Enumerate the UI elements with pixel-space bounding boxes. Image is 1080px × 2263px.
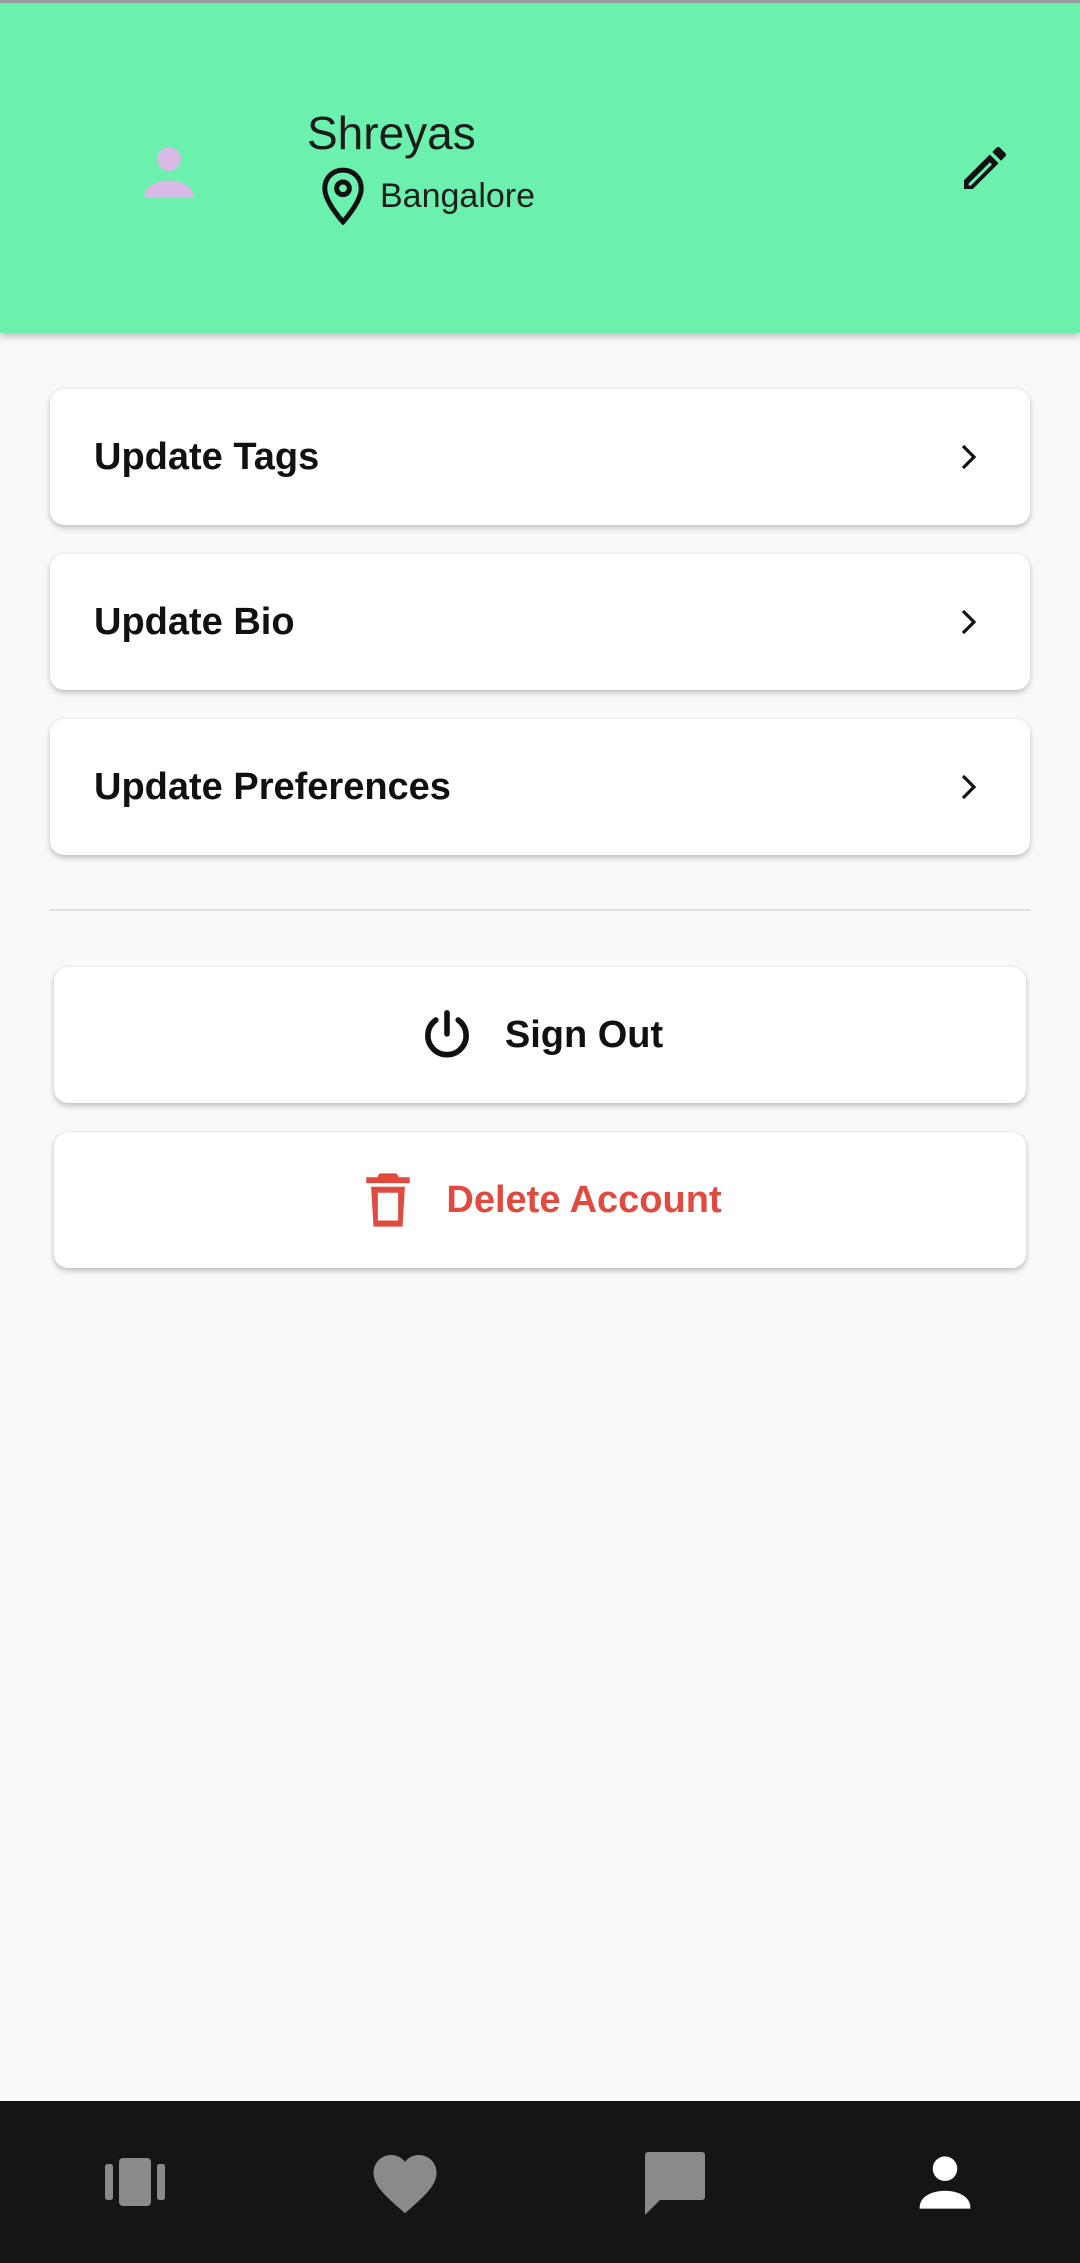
cards-carousel-icon <box>105 2158 165 2206</box>
location-pin-icon <box>318 166 368 226</box>
profile-screen: Shreyas Bangalore Update Tags Update Bio <box>0 0 1080 2263</box>
trash-icon <box>358 1170 418 1230</box>
divider <box>50 909 1030 911</box>
avatar[interactable] <box>138 141 200 203</box>
chevron-right-icon <box>954 772 984 802</box>
location-text: Bangalore <box>380 176 536 215</box>
person-icon <box>144 147 194 198</box>
nav-likes[interactable] <box>270 2101 540 2263</box>
edit-profile-button[interactable] <box>952 135 1018 201</box>
person-icon <box>919 2156 971 2209</box>
bottom-navigation <box>0 2101 1080 2263</box>
delete-account-label: Delete Account <box>446 1178 722 1221</box>
update-bio-button[interactable]: Update Bio <box>50 554 1030 690</box>
location-row: Bangalore <box>318 166 535 226</box>
sign-out-label: Sign Out <box>504 1013 664 1056</box>
update-tags-button[interactable]: Update Tags <box>50 389 1030 525</box>
power-icon <box>417 1005 477 1065</box>
delete-account-button[interactable]: Delete Account <box>54 1132 1026 1268</box>
nav-chat[interactable] <box>540 2101 810 2263</box>
chevron-right-icon <box>954 442 984 472</box>
profile-header: Shreyas Bangalore <box>0 0 1080 333</box>
chevron-right-icon <box>954 607 984 637</box>
user-name: Shreyas <box>307 107 476 159</box>
update-preferences-button[interactable]: Update Preferences <box>50 719 1030 855</box>
heart-icon <box>373 2155 437 2214</box>
chat-icon <box>645 2152 705 2215</box>
pencil-icon <box>964 146 1007 189</box>
sign-out-button[interactable]: Sign Out <box>54 967 1026 1103</box>
menu-item-label: Update Preferences <box>94 765 451 808</box>
nav-discover[interactable] <box>0 2101 270 2263</box>
nav-profile[interactable] <box>810 2101 1080 2263</box>
menu-item-label: Update Tags <box>94 435 320 478</box>
menu-item-label: Update Bio <box>94 600 295 643</box>
